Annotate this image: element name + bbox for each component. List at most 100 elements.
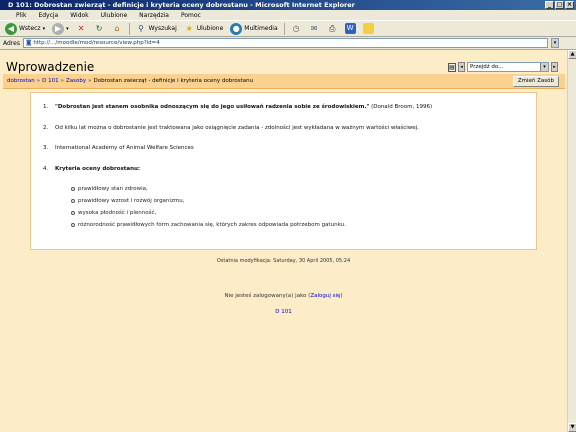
refresh-icon: ↻: [95, 24, 103, 33]
menu-help[interactable]: Pomoc: [181, 12, 201, 19]
criteria-item: wysoka płodność i plenność,: [71, 210, 156, 216]
notes-button[interactable]: [361, 22, 376, 35]
course-home-link[interactable]: D 101: [275, 309, 291, 315]
vertical-scrollbar[interactable]: ▲ ▼: [567, 50, 576, 432]
bullet-icon: [71, 186, 75, 191]
menu-edit[interactable]: Edycja: [38, 12, 58, 19]
stop-icon: ✕: [77, 24, 85, 33]
refresh-button[interactable]: ↻: [92, 22, 107, 35]
menu-file[interactable]: Plik: [16, 12, 26, 19]
menu-bar: Plik Edycja Widok Ulubione Narzędzia Pom…: [0, 10, 576, 20]
star-icon: ★: [185, 24, 193, 33]
prev-resource-button[interactable]: ◂: [458, 62, 465, 72]
forward-arrow-icon: ▶: [52, 22, 65, 35]
mail-button[interactable]: ✉: [307, 22, 322, 35]
breadcrumb-site[interactable]: dobrostan: [7, 78, 35, 84]
note-icon: [362, 23, 374, 34]
list-item: 2. Od kilku lat można o dobrostanie jest …: [43, 125, 419, 131]
breadcrumb-separator: »: [60, 78, 64, 84]
close-button[interactable]: ×: [565, 1, 574, 9]
criteria-item: prawidłowy stan zdrowia,: [71, 186, 148, 192]
resource-icon: ▤: [448, 62, 456, 72]
toolbar-separator: [283, 22, 285, 35]
back-button[interactable]: ◀ Wstecz ▾: [3, 22, 47, 35]
login-link[interactable]: Zaloguj się: [310, 293, 340, 299]
bullet-icon: [71, 210, 75, 215]
item-quote: "Dobrostan jest stanem osobnika odnosząc…: [55, 104, 370, 110]
bullet-icon: [71, 222, 75, 227]
list-item: 1. "Dobrostan jest stanem osobnika odnosz…: [43, 104, 432, 110]
favorites-button[interactable]: ★ Ulubione: [182, 22, 226, 35]
criteria-text: różnorodność prawidłowych form zachowani…: [78, 222, 346, 228]
item-number: 2.: [43, 125, 49, 131]
item-text: International Academy of Animal Welfare …: [55, 145, 194, 151]
media-label: Multimedia: [244, 25, 278, 32]
edit-page-button[interactable]: W: [343, 22, 358, 35]
maximize-button[interactable]: □: [555, 1, 564, 9]
menu-view[interactable]: Widok: [70, 12, 88, 19]
edit-icon: W: [344, 23, 356, 34]
breadcrumb-current: Dobrostan zwierząt - definicje i kryteri…: [93, 78, 254, 84]
address-label: Adres: [3, 39, 20, 47]
course-home: D 101: [0, 309, 567, 315]
address-dropdown[interactable]: ▾: [550, 38, 559, 48]
breadcrumb: dobrostan » D 101 » Zasoby » Dobrostan z…: [3, 74, 565, 89]
menu-tools[interactable]: Narzędzia: [139, 12, 169, 19]
media-icon: ●: [230, 22, 243, 35]
criteria-text: prawidłowy wzrost i rozwój organizmu,: [78, 198, 185, 204]
favorites-label: Ulubione: [196, 25, 224, 32]
history-icon: ◷: [292, 24, 300, 33]
list-item: 4. Kryteria oceny dobrostanu:: [43, 166, 140, 172]
window-titlebar: D 101: Dobrostan zwierząt - definicje i …: [0, 0, 576, 10]
back-dropdown-icon[interactable]: ▾: [43, 26, 46, 32]
login-text: Nie jesteś zalogowany(a) jako: [224, 293, 307, 299]
next-resource-button[interactable]: ▸: [551, 62, 558, 72]
list-item: 3. International Academy of Animal Welfar…: [43, 145, 194, 151]
back-label: Wstecz: [19, 25, 41, 32]
chevron-down-icon: ▾: [540, 63, 548, 71]
breadcrumb-resources[interactable]: Zasoby: [66, 78, 86, 84]
forward-button[interactable]: ▶ ▾: [50, 22, 71, 35]
page-viewport: Wprowadzenie ▤ ◂ Przejdź do... ▾ ▸ dobro…: [0, 50, 567, 432]
criteria-item: różnorodność prawidłowych form zachowani…: [71, 222, 346, 228]
criteria-text: wysoka płodność i plenność,: [78, 210, 157, 216]
window-title: D 101: Dobrostan zwierząt - definicje i …: [8, 1, 355, 9]
window-controls: _ □ ×: [545, 1, 574, 9]
scroll-down-button[interactable]: ▼: [568, 423, 576, 432]
criteria-heading: Kryteria oceny dobrostanu:: [55, 166, 141, 172]
page-icon: ◙: [25, 40, 32, 46]
toolbar: ◀ Wstecz ▾ ▶ ▾ ✕ ↻ ⌂ ⚲ Wyszukaj ★ Ulubio…: [0, 20, 576, 37]
item-number: 1.: [43, 104, 49, 110]
home-button[interactable]: ⌂: [110, 22, 125, 35]
address-bar: Adres ◙ http://.../moodle/mod/resource/v…: [0, 37, 576, 50]
forward-dropdown-icon[interactable]: ▾: [66, 26, 69, 32]
search-icon: ⚲: [138, 24, 145, 33]
last-modified: Ostatnia modyfikacja: Saturday, 30 April…: [216, 258, 351, 264]
criteria-item: prawidłowy wzrost i rozwój organizmu,: [71, 198, 184, 204]
print-icon: ⎙: [328, 24, 336, 33]
stop-button[interactable]: ✕: [74, 22, 89, 35]
login-info: Nie jesteś zalogowany(a) jako (Zaloguj s…: [224, 293, 343, 299]
search-button[interactable]: ⚲ Wyszukaj: [134, 22, 179, 35]
print-button[interactable]: ⎙: [325, 22, 340, 35]
scroll-up-button[interactable]: ▲: [568, 50, 576, 59]
bullet-icon: [71, 198, 75, 203]
edit-resource-button[interactable]: Zmień Zasób: [512, 76, 559, 87]
toolbar-separator: [128, 22, 130, 35]
address-value: http://.../moodle/mod/resource/view.php?…: [33, 40, 160, 46]
criteria-text: prawidłowy stan zdrowia,: [78, 186, 148, 192]
jump-select[interactable]: Przejdź do... ▾: [467, 62, 549, 72]
item-number: 4.: [43, 166, 49, 172]
media-button[interactable]: ● Multimedia: [228, 22, 279, 35]
minimize-button[interactable]: _: [545, 1, 554, 9]
menu-favorites[interactable]: Ulubione: [101, 12, 128, 19]
breadcrumb-separator: »: [88, 78, 92, 84]
item-citation: (Donald Broom, 1996): [369, 104, 433, 110]
history-button[interactable]: ◷: [289, 22, 304, 35]
item-text: Od kilku lat można o dobrostanie jest tr…: [55, 125, 419, 131]
address-input[interactable]: ◙ http://.../moodle/mod/resource/view.ph…: [22, 38, 548, 48]
breadcrumb-course[interactable]: D 101: [42, 78, 58, 84]
resource-content: 1. "Dobrostan jest stanem osobnika odnosz…: [30, 92, 537, 250]
mail-icon: ✉: [310, 24, 318, 33]
jump-select-value: Przejdź do...: [470, 64, 504, 70]
